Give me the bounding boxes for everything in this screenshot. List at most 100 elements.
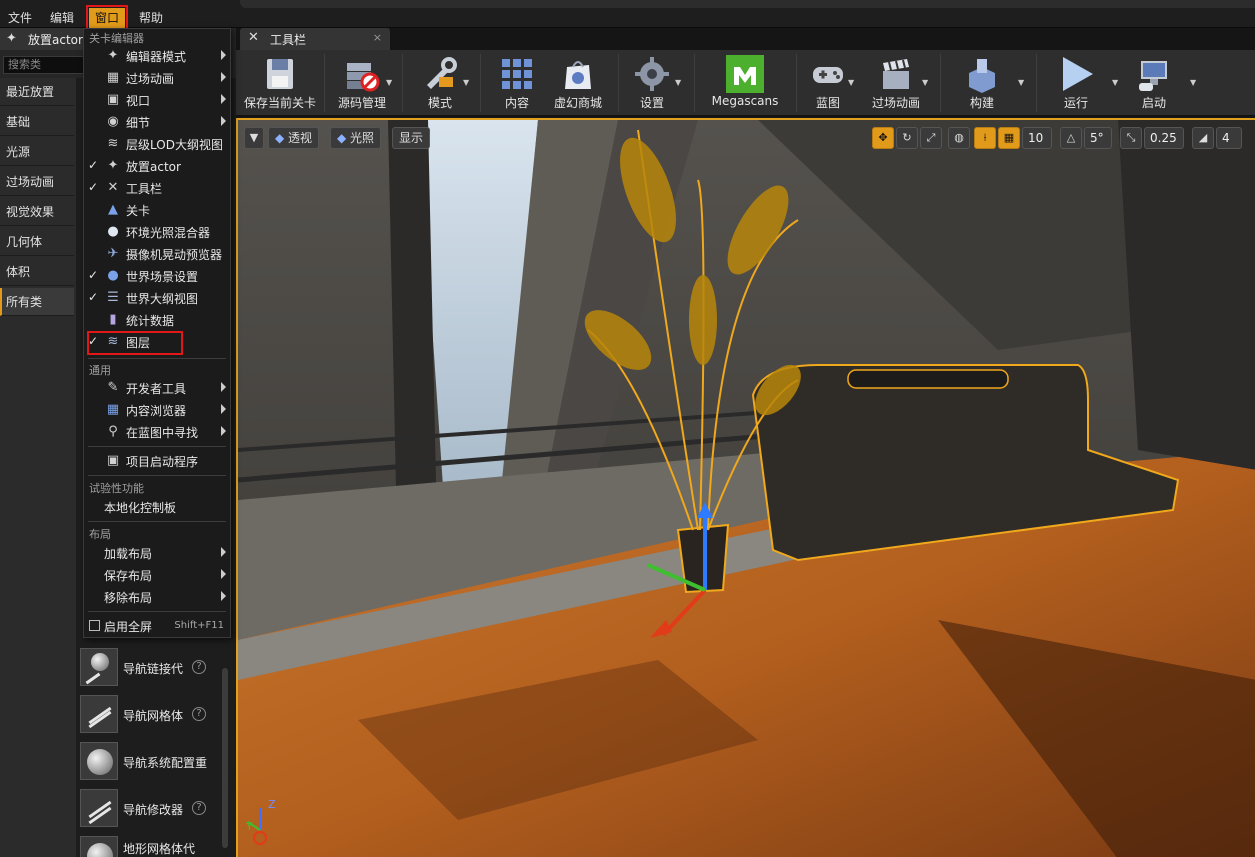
category-basic[interactable]: 基础 [0,108,74,136]
button-label: 虚幻商城 [553,96,602,110]
scale-snap-value[interactable]: 0.25 [1144,127,1184,149]
actor-landscape-nav-proxy[interactable]: 地形网格体代 [80,836,220,857]
gear-icon [635,57,669,91]
chevron-down-icon[interactable]: ▼ [1112,78,1120,87]
menu-item-hlod-outliner[interactable]: ≋ 层级LOD大纲视图 [84,133,230,155]
menu-item-remove-layout[interactable]: 移除布局 [84,586,230,608]
save-level-button[interactable]: 保存当前关卡 [238,50,322,116]
viewport-options-button[interactable]: ▼ [244,127,264,149]
chevron-down-icon[interactable]: ▼ [848,78,856,87]
help-icon[interactable]: ? [192,801,206,815]
lit-label: 光照 [350,131,375,145]
actor-nav-link-proxy[interactable]: 导航链接代 ? [80,648,220,690]
actor-nav-modifier[interactable]: 导航修改器 ? [80,789,220,831]
menu-item-details[interactable]: ◉ 细节 [84,111,230,133]
content-button[interactable]: 内容 [488,50,546,116]
play-button[interactable]: 运行 [1048,50,1104,116]
chevron-down-icon[interactable]: ▼ [1018,78,1026,87]
camera-speed-icon[interactable]: ◢ [1192,127,1214,149]
menu-edit[interactable]: 编辑 [44,8,80,28]
menu-item-world-settings[interactable]: ✓ ● 世界场景设置 [84,265,230,287]
menu-item-label: 层级LOD大纲视图 [126,138,223,152]
cinematics-button[interactable]: 过场动画 [864,50,928,116]
world-local-icon[interactable]: ◍ [948,127,970,149]
menu-item-cinematics[interactable]: ▦ 过场动画 [84,67,230,89]
menu-item-content-browser[interactable]: ▦ 内容浏览器 [84,399,230,421]
menu-item-levels[interactable]: ▲ 关卡 [84,199,230,221]
category-cinematic[interactable]: 过场动画 [0,168,74,196]
fullscreen-checkbox[interactable] [89,620,100,631]
menu-item-project-launcher[interactable]: ▣ 项目启动程序 [84,450,230,472]
menu-item-place-actors[interactable]: ✓ ✦ 放置actor [84,155,230,177]
actor-nav-mesh-bounds[interactable]: 导航网格体 ? [80,695,220,737]
menu-item-save-layout[interactable]: 保存布局 [84,564,230,586]
megascans-button[interactable]: Megascans [702,50,788,116]
menu-item-editor-modes[interactable]: ✦ 编辑器模式 [84,45,230,67]
menu-item-localization-dashboard[interactable]: 本地化控制板 [84,496,230,518]
chevron-down-icon[interactable]: ▼ [1190,78,1198,87]
lit-button[interactable]: ◆ 光照 [330,127,382,149]
chevron-down-icon[interactable]: ▼ [922,78,930,87]
actor-name: 导航系统配置重 [123,756,208,770]
cube-icon: ◆ [275,131,289,145]
submenu-arrow-icon [221,72,226,82]
chevron-down-icon[interactable]: ▼ [463,78,471,87]
perspective-button[interactable]: ◆ 透视 [268,127,320,149]
settings-button[interactable]: 设置 [626,50,678,116]
launch-button[interactable]: 启动 [1126,50,1182,116]
chevron-down-icon[interactable]: ▼ [386,78,394,87]
category-volumes[interactable]: 体积 [0,258,74,286]
help-icon[interactable]: ? [192,707,206,721]
build-button[interactable]: 构建 [954,50,1010,116]
grid-snap-icon[interactable]: ▦ [998,127,1020,149]
show-button[interactable]: 显示 [392,127,431,149]
camera-speed-value[interactable]: 4 [1216,127,1242,149]
menu-item-developer-tools[interactable]: ✎ 开发者工具 [84,377,230,399]
rotate-tool-icon[interactable]: ↻ [896,127,918,149]
menu-item-toolbar[interactable]: ✓ ✕ 工具栏 [84,177,230,199]
grid-snap-value[interactable]: 10 [1022,127,1052,149]
chevron-down-icon[interactable]: ▼ [675,78,683,87]
button-label: 模式 [427,96,452,110]
category-visual-effects[interactable]: 视觉效果 [0,198,74,226]
actor-list-scrollbar[interactable] [222,668,228,848]
translate-tool-icon[interactable]: ✥ [872,127,894,149]
marketplace-button[interactable]: 虚幻商城 [548,50,608,116]
rotation-snap-icon[interactable]: △ [1060,127,1082,149]
rotation-snap-value[interactable]: 5° [1084,127,1112,149]
menu-item-world-outliner[interactable]: ✓ ☰ 世界大纲视图 [84,287,230,309]
surface-snap-icon[interactable]: ⟊ [974,127,996,149]
category-geometry[interactable]: 几何体 [0,228,74,256]
close-icon[interactable]: × [373,31,382,44]
level-viewport[interactable]: Z Y ▼ ◆ 透视 ◆ 光照 显示 ✥ ↻ ⤢ ◍ ⟊ ▦ 10 △ 5° ⤡… [236,118,1255,857]
toolbar-tab[interactable]: ✕ 工具栏 × [240,28,390,50]
actor-nav-system-config[interactable]: 导航系统配置重 [80,742,220,784]
menu-help[interactable]: 帮助 [133,8,169,28]
show-label: 显示 [399,131,424,145]
menu-file[interactable]: 文件 [2,8,38,28]
category-all-classes[interactable]: 所有类 [0,288,74,316]
class-search-input[interactable]: 搜索类 [3,56,85,74]
menu-item-load-layout[interactable]: 加载布局 [84,542,230,564]
menu-item-find-in-blueprints[interactable]: ⚲ 在蓝图中寻找 [84,421,230,443]
menu-item-fullscreen[interactable]: 启用全屏 Shift+F11 [84,615,230,637]
menu-item-env-light-mixer[interactable]: ● 环境光照混合器 [84,221,230,243]
scale-snap-icon[interactable]: ⤡ [1120,127,1142,149]
blueprints-button[interactable]: 蓝图 [802,50,854,116]
help-icon[interactable]: ? [192,660,206,674]
menu-item-camera-shake-previewer[interactable]: ✈ 摄像机晃动预览器 [84,243,230,265]
menu-item-statistics[interactable]: ▮ 统计数据 [84,309,230,331]
category-lights[interactable]: 光源 [0,138,74,166]
button-label: 运行 [1063,96,1088,110]
details-icon: ◉ [107,114,119,129]
levels-icon: ▲ [108,202,118,217]
menu-window[interactable]: 窗口 [85,5,129,31]
menu-item-label: 保存布局 [104,569,153,583]
menu-item-viewports[interactable]: ▣ 视口 [84,89,230,111]
category-recent[interactable]: 最近放置 [0,78,74,106]
menu-item-label: 细节 [126,116,151,130]
place-actors-tab[interactable]: ✦ 放置actor [0,28,86,50]
shortcut-label: Shift+F11 [174,620,224,631]
modes-icon [427,57,457,89]
scale-tool-icon[interactable]: ⤢ [920,127,942,149]
